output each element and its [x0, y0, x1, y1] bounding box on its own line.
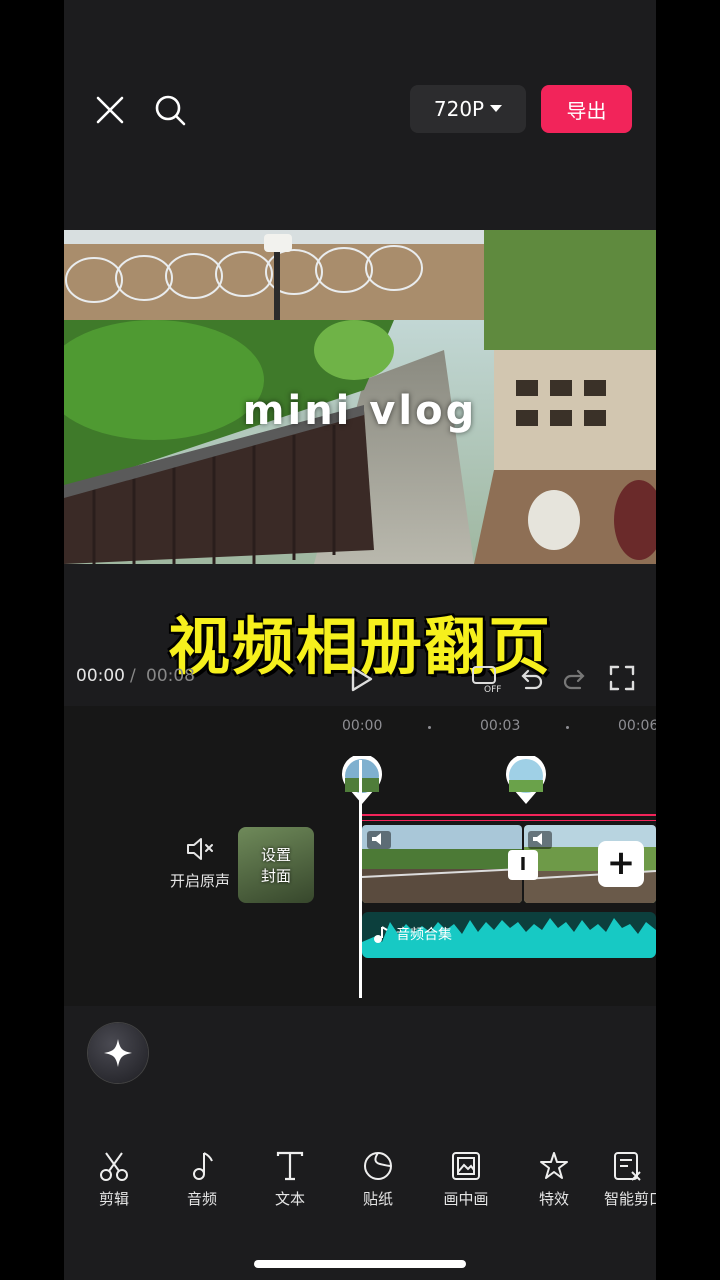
tool-label: 剪辑: [98, 1190, 129, 1208]
ruler-dot: [428, 726, 431, 729]
original-sound-label: 开启原声: [169, 872, 230, 890]
home-indicator[interactable]: [254, 1260, 466, 1268]
cover-marker-pin[interactable]: [504, 754, 548, 806]
resolution-dropdown[interactable]: 720P: [410, 85, 526, 133]
sparkle-icon: [104, 1039, 132, 1067]
set-cover-label: 设置 封面: [260, 846, 291, 885]
scissors-icon: [100, 1152, 128, 1181]
tool-label: 画中画: [443, 1190, 489, 1208]
close-icon[interactable]: [92, 92, 128, 128]
resolution-value: 720P: [433, 97, 485, 121]
ruler-mark: 00:03: [480, 718, 521, 734]
track-guide-line: [362, 820, 656, 821]
playhead[interactable]: [359, 760, 362, 998]
preview-overlay-title: mini vlog: [242, 388, 478, 434]
tool-picture-in-picture[interactable]: 画中画: [426, 1150, 506, 1209]
fullscreen-icon[interactable]: [608, 664, 636, 692]
tool-label: 贴纸: [362, 1190, 393, 1208]
audio-track-label: 音频合集: [396, 927, 452, 943]
effects-star-icon: [540, 1152, 568, 1179]
current-time: 00:00: [76, 666, 125, 686]
caret-down-icon: [490, 105, 503, 112]
video-clip[interactable]: [362, 825, 522, 903]
timeline-panel[interactable]: 00:00 00:03 00:06 开启原声 设置 封面 I + 音频合集: [64, 706, 656, 1006]
smart-cut-icon: [614, 1152, 641, 1181]
editor-screen: 720P 导出 mini vlog 视频相册翻页 00:00 / 00:08 O…: [64, 0, 656, 1280]
add-clip-button[interactable]: +: [598, 841, 644, 887]
cover-marker-pin[interactable]: [340, 754, 384, 806]
ai-sparkle-button[interactable]: [88, 1023, 148, 1083]
tool-label: 音频: [186, 1190, 217, 1208]
tool-smart-cut[interactable]: 智能剪口: [594, 1150, 656, 1209]
audio-track[interactable]: 音频合集: [362, 912, 656, 958]
music-note-icon: [374, 926, 388, 943]
text-icon: [276, 1151, 304, 1181]
svg-text:OFF: OFF: [484, 685, 501, 694]
tool-edit[interactable]: 剪辑: [74, 1150, 154, 1209]
tool-effects[interactable]: 特效: [514, 1150, 594, 1209]
set-cover-button[interactable]: 设置 封面: [238, 827, 314, 903]
tool-audio[interactable]: 音频: [162, 1150, 242, 1209]
undo-icon[interactable]: [518, 666, 544, 692]
tool-label: 特效: [538, 1190, 569, 1208]
transition-icon[interactable]: I: [508, 850, 538, 880]
music-note-icon: [193, 1152, 213, 1180]
tool-label: 文本: [274, 1190, 305, 1208]
keyframe-off-icon[interactable]: OFF: [470, 664, 504, 695]
tool-text[interactable]: 文本: [250, 1150, 330, 1209]
ruler-dot: [566, 726, 569, 729]
total-time: 00:08: [146, 666, 195, 686]
track-guide-line: [362, 814, 656, 816]
search-icon[interactable]: [152, 92, 188, 128]
time-separator: /: [130, 666, 136, 686]
ruler-mark: 00:00: [342, 718, 383, 734]
sticker-icon: [364, 1151, 393, 1180]
video-preview[interactable]: mini vlog: [64, 230, 656, 564]
export-button[interactable]: 导出: [541, 85, 632, 133]
tool-sticker[interactable]: 贴纸: [338, 1150, 418, 1209]
redo-icon[interactable]: [562, 666, 588, 692]
original-sound-toggle[interactable]: 开启原声: [168, 836, 232, 891]
tool-label: 智能剪口: [604, 1190, 656, 1208]
speaker-mute-icon: [187, 838, 213, 860]
picture-in-picture-icon: [452, 1152, 480, 1180]
ruler-mark: 00:06: [618, 718, 656, 734]
play-icon[interactable]: [346, 664, 376, 694]
